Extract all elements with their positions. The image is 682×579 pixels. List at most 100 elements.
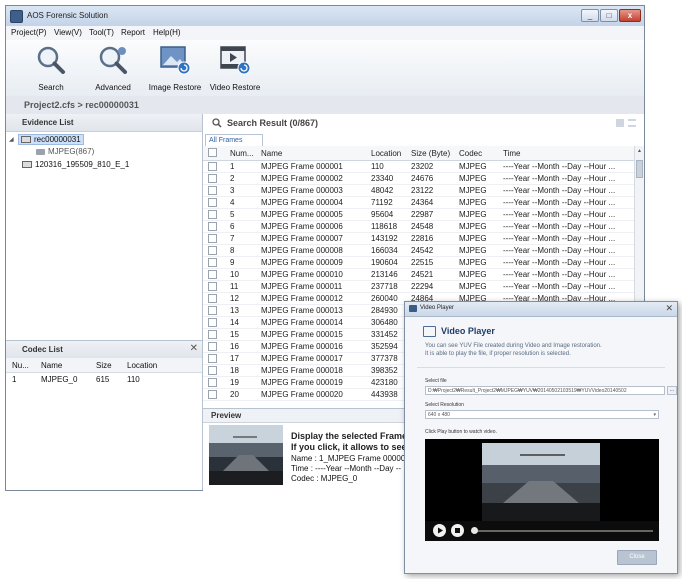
advanced-label: Advanced xyxy=(95,83,131,92)
video-player-desc-line2: It is able to play the file, if proper r… xyxy=(425,351,571,357)
col-name[interactable]: Name xyxy=(261,149,282,158)
menu-help[interactable]: Help(H) xyxy=(153,28,181,37)
tab-all-frames[interactable]: All Frames xyxy=(205,134,263,146)
cell-time: ----Year --Month --Day --Hour ... xyxy=(503,270,616,279)
codec-table-header: Nu... Name Size Location xyxy=(6,358,202,373)
codec-cell-size: 615 xyxy=(96,375,110,384)
grid-view-icon[interactable] xyxy=(616,119,624,127)
tree-item-other-label: 120316_195509_810_E_1 xyxy=(35,160,130,169)
cell-name: MJPEG Frame 000020 xyxy=(261,390,343,399)
seek-bar[interactable] xyxy=(473,530,653,532)
row-checkbox[interactable] xyxy=(208,210,217,219)
browse-button[interactable]: ... xyxy=(667,386,677,395)
cell-number: 14 xyxy=(230,318,239,327)
cell-size: 24364 xyxy=(411,198,434,207)
codec-row[interactable]: 1 MJPEG_0 615 110 xyxy=(6,372,202,386)
cell-codec: MJPEG xyxy=(459,222,487,231)
codec-cell-location: 110 xyxy=(127,375,140,384)
tree-item-mjpeg-label: MJPEG(867) xyxy=(48,147,95,156)
row-checkbox[interactable] xyxy=(208,282,217,291)
row-checkbox[interactable] xyxy=(208,294,217,303)
row-checkbox[interactable] xyxy=(208,318,217,327)
minimize-button[interactable]: _ xyxy=(581,9,599,22)
video-player-icon xyxy=(423,326,436,337)
evidence-list-header: Evidence List xyxy=(6,114,202,132)
col-time[interactable]: Time xyxy=(503,149,520,158)
row-checkbox[interactable] xyxy=(208,198,217,207)
menu-view[interactable]: View(V) xyxy=(54,28,82,37)
close-button[interactable]: Close xyxy=(617,550,657,565)
seek-handle[interactable] xyxy=(471,527,478,534)
video-restore-button[interactable]: Video Restore xyxy=(207,42,263,94)
video-player-description: You can see YUV File created during Vide… xyxy=(425,342,602,358)
row-checkbox[interactable] xyxy=(208,186,217,195)
row-checkbox[interactable] xyxy=(208,222,217,231)
col-codec[interactable]: Codec xyxy=(459,149,482,158)
close-icon[interactable]: ✕ xyxy=(665,303,673,314)
breadcrumb: Project2.cfs > rec00000031 xyxy=(6,96,644,115)
cell-name: MJPEG Frame 000009 xyxy=(261,258,343,267)
video-player-dialog: Video Player ✕ Video Player You can see … xyxy=(404,301,678,574)
play-button[interactable] xyxy=(433,524,446,537)
row-checkbox[interactable] xyxy=(208,174,217,183)
chevron-down-icon: ▾ xyxy=(653,412,656,418)
menu-report[interactable]: Report xyxy=(121,28,145,37)
tree-item-other[interactable]: 120316_195509_810_E_1 xyxy=(22,160,129,169)
row-checkbox[interactable] xyxy=(208,246,217,255)
search-button[interactable]: Search xyxy=(28,42,74,94)
col-location[interactable]: Location xyxy=(371,149,401,158)
row-checkbox[interactable] xyxy=(208,378,217,387)
preview-image xyxy=(209,425,283,485)
codec-col-name[interactable]: Name xyxy=(41,361,62,370)
menu-tool[interactable]: Tool(T) xyxy=(89,28,114,37)
row-checkbox[interactable] xyxy=(208,306,217,315)
codec-col-location[interactable]: Location xyxy=(127,361,157,370)
image-restore-button[interactable]: Image Restore xyxy=(147,42,203,94)
col-number[interactable]: Num... xyxy=(230,149,254,158)
select-all-checkbox[interactable] xyxy=(208,148,217,157)
close-icon[interactable]: ✕ xyxy=(190,343,198,354)
row-checkbox[interactable] xyxy=(208,270,217,279)
list-view-icon[interactable] xyxy=(628,119,636,127)
video-player-heading: Video Player xyxy=(441,326,495,336)
cell-size: 24521 xyxy=(411,270,434,279)
play-icon xyxy=(438,527,443,534)
scrollbar-thumb[interactable] xyxy=(636,160,643,178)
row-checkbox[interactable] xyxy=(208,366,217,375)
toolbar: Search Advanced Image Restore Video Rest… xyxy=(6,40,644,97)
cell-codec: MJPEG xyxy=(459,198,487,207)
cell-location: 48042 xyxy=(371,186,394,195)
menu-project[interactable]: Project(P) xyxy=(11,28,47,37)
codec-cell-name: MJPEG_0 xyxy=(41,375,78,384)
row-checkbox[interactable] xyxy=(208,342,217,351)
cell-number: 7 xyxy=(230,234,235,243)
file-path-field[interactable]: D:₩Project2₩Result_Project2₩MJPEG₩YUV₩20… xyxy=(425,386,665,395)
app-icon xyxy=(10,10,23,23)
tree-expand-icon[interactable]: ◢ xyxy=(9,136,14,143)
row-checkbox[interactable] xyxy=(208,330,217,339)
codec-col-size[interactable]: Size xyxy=(96,361,112,370)
stop-button[interactable] xyxy=(451,524,464,537)
cell-number: 2 xyxy=(230,174,235,183)
codec-col-number[interactable]: Nu... xyxy=(12,361,29,370)
preview-title: Preview xyxy=(211,411,242,420)
cell-location: 398352 xyxy=(371,366,398,375)
close-button[interactable]: x xyxy=(619,9,641,22)
evidence-list-title: Evidence List xyxy=(22,118,74,127)
row-checkbox[interactable] xyxy=(208,354,217,363)
scroll-up-icon[interactable]: ▲ xyxy=(637,148,642,154)
cell-size: 22294 xyxy=(411,282,434,291)
row-checkbox[interactable] xyxy=(208,234,217,243)
tree-item-root[interactable]: rec00000031 xyxy=(18,134,84,145)
row-checkbox[interactable] xyxy=(208,162,217,171)
tree-item-mjpeg[interactable]: MJPEG(867) xyxy=(36,147,94,156)
restore-button[interactable]: □ xyxy=(600,9,618,22)
row-checkbox[interactable] xyxy=(208,390,217,399)
folder-icon xyxy=(36,148,45,155)
row-checkbox[interactable] xyxy=(208,258,217,267)
advanced-button[interactable]: Advanced xyxy=(88,42,138,94)
cell-name: MJPEG Frame 000016 xyxy=(261,342,343,351)
resolution-select[interactable]: 640 x 480 ▾ xyxy=(425,410,659,419)
col-size[interactable]: Size (Byte) xyxy=(411,149,450,158)
cell-name: MJPEG Frame 000008 xyxy=(261,246,343,255)
